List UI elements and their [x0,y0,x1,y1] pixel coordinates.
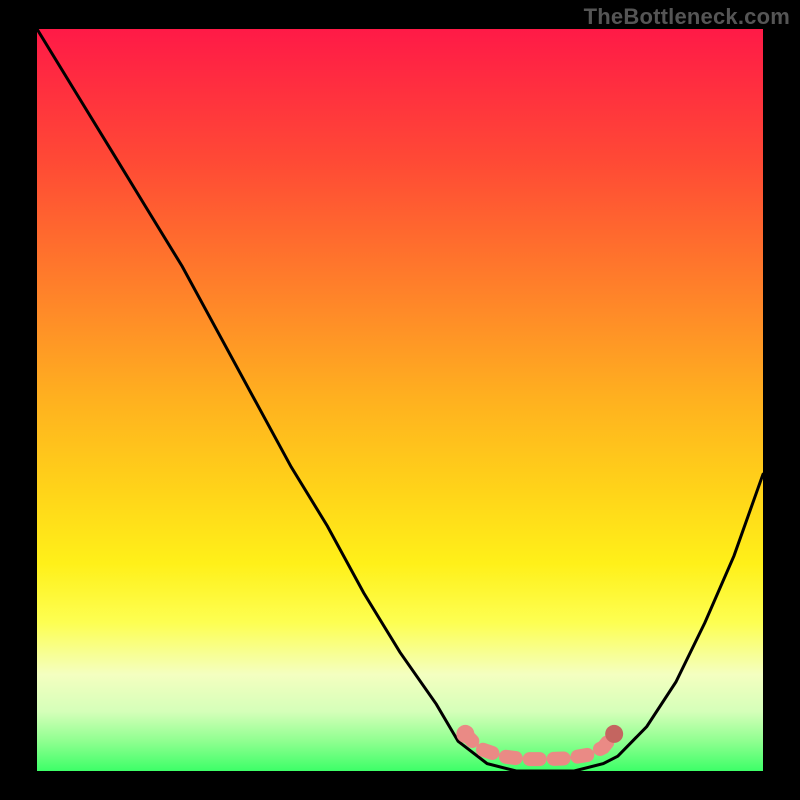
main-curve-group [37,29,763,771]
band-left-dot [456,725,474,743]
bottleneck-curve [37,29,763,771]
chart-stage: TheBottleneck.com [0,0,800,800]
optimal-band-group [456,725,623,759]
attribution-label: TheBottleneck.com [584,4,790,30]
band-right-dot [605,725,623,743]
optimal-band [465,734,614,759]
plot-area [37,29,763,771]
chart-svg [37,29,763,771]
